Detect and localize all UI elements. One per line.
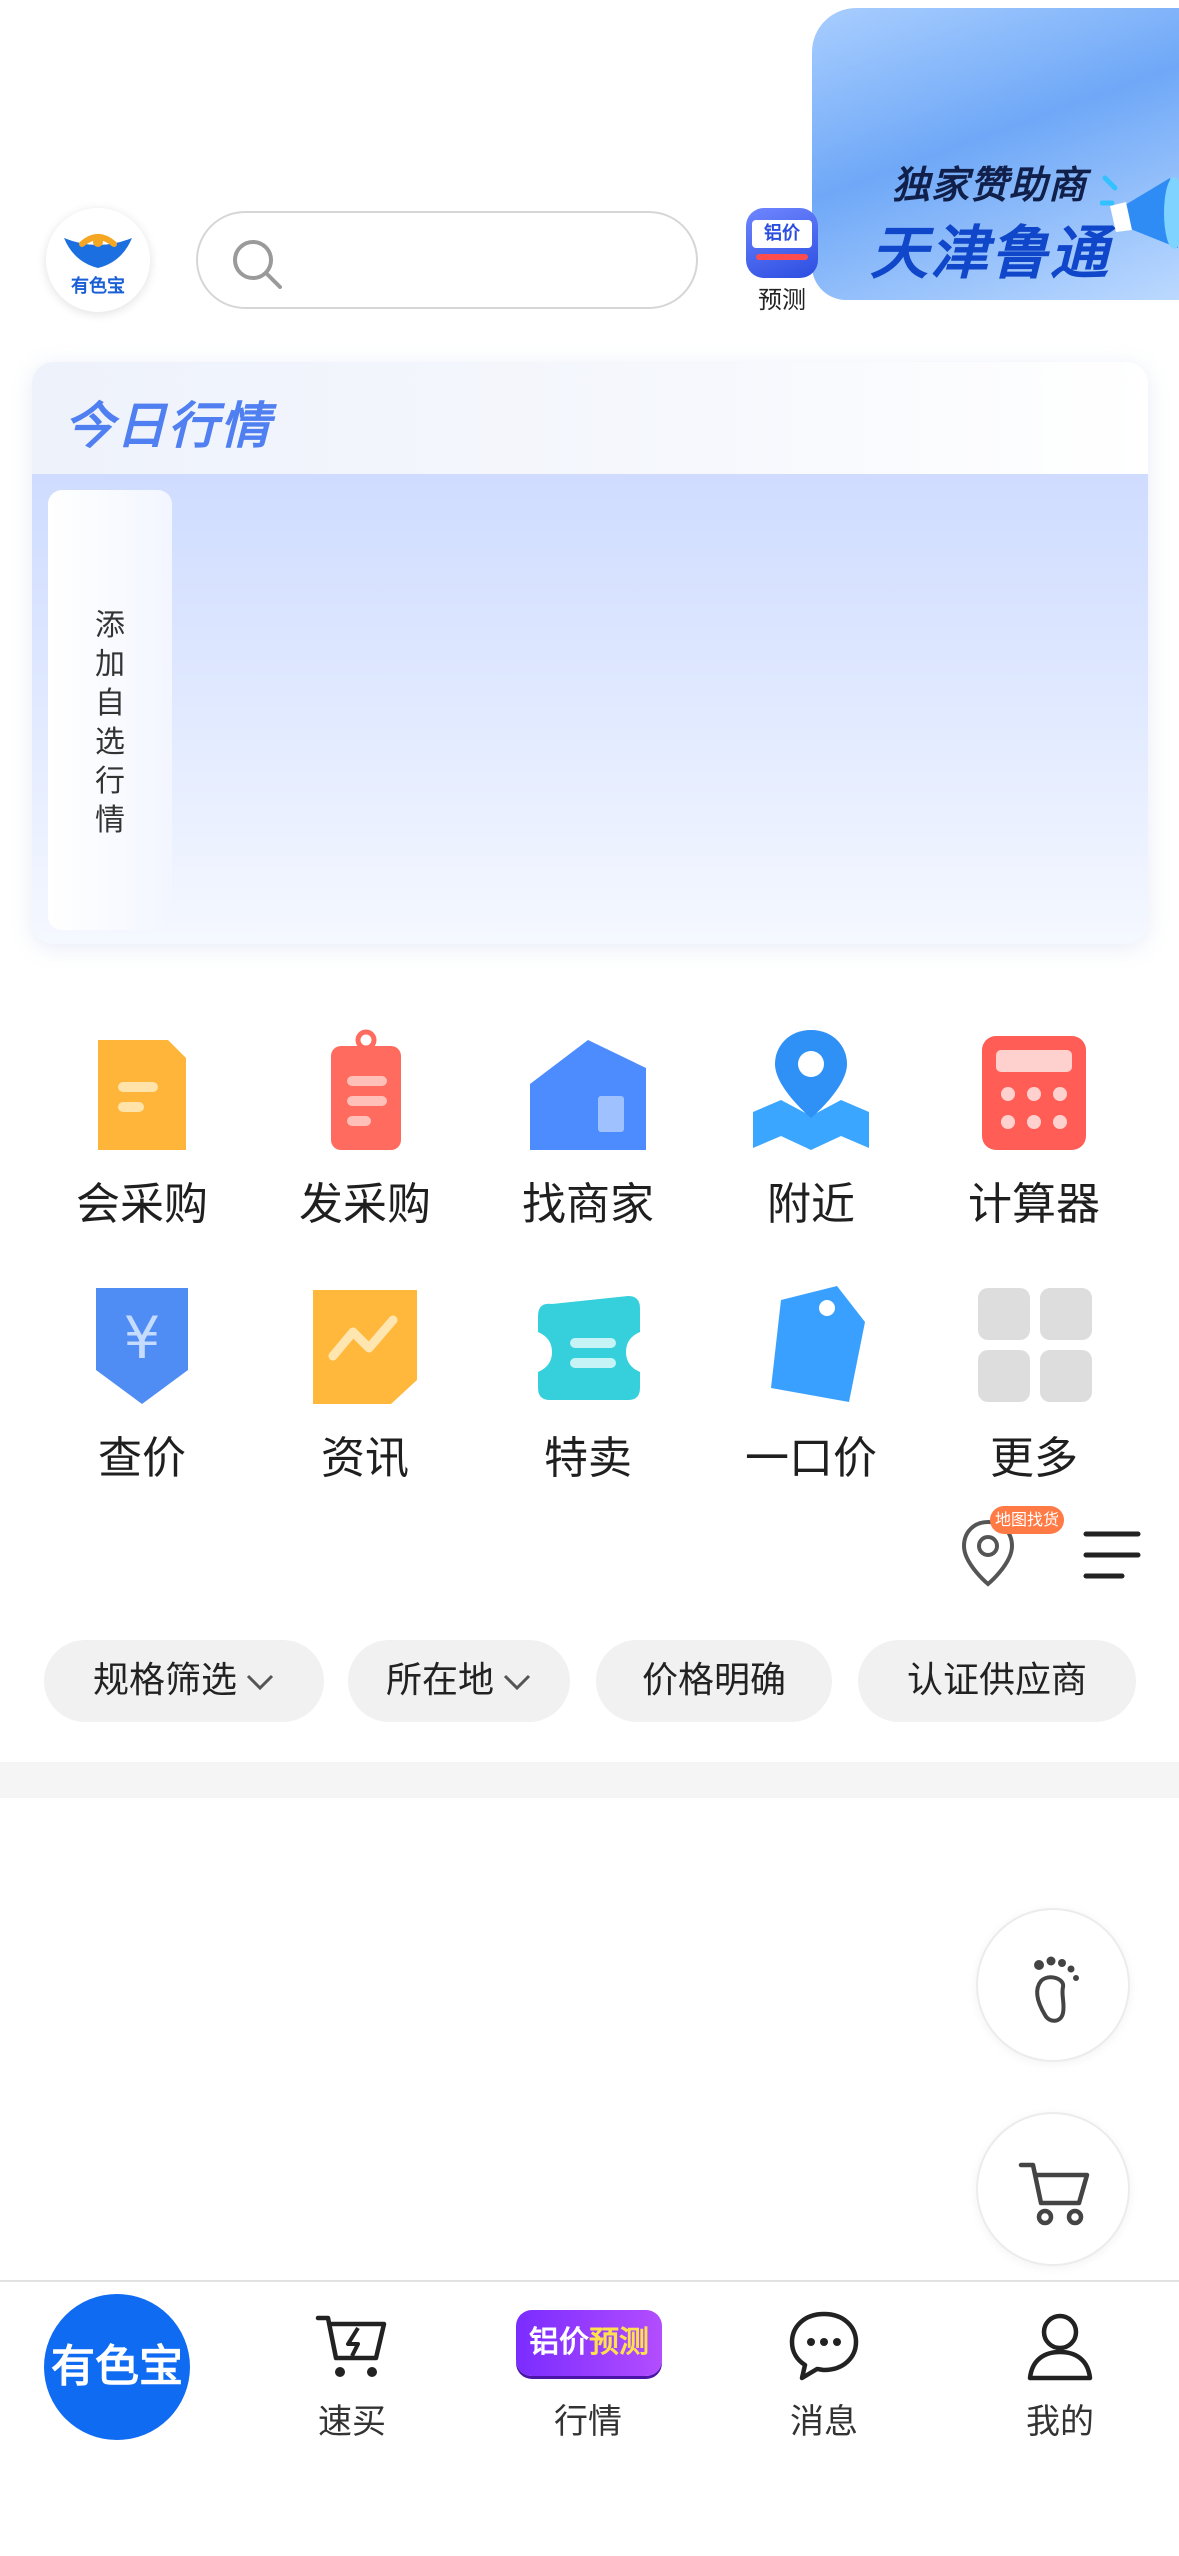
grid-item-more[interactable]: 更多 [924, 1264, 1144, 1484]
filter-chip-verified-supplier[interactable]: 认证供应商 [858, 1640, 1136, 1722]
tab-messages[interactable]: 消息 [706, 2282, 942, 2482]
svg-text:¥: ¥ [124, 1304, 161, 1372]
grid-label: 资讯 [321, 1433, 409, 1484]
badge-highlight: 预测 [589, 2325, 649, 2360]
grid-item-join-purchase[interactable]: 会采购 [32, 1010, 252, 1230]
bottom-tab-bar: 有色宝 速买 行情 铝价预测 消息 我的 [0, 2280, 1179, 2556]
calculator-icon [982, 1036, 1086, 1150]
more-grid-icon [978, 1288, 1092, 1402]
yuan-shield-icon: ¥ [96, 1288, 188, 1404]
megaphone-icon [1100, 175, 1179, 249]
store-icon [530, 1040, 646, 1150]
ticket-icon [538, 1296, 640, 1400]
market-body [32, 474, 1148, 944]
shopping-cart-icon [1018, 2162, 1090, 2226]
grid-label: 计算器 [968, 1179, 1100, 1230]
order-tag-icon [331, 1029, 401, 1150]
grid-item-find-merchant[interactable]: 找商家 [478, 1010, 698, 1230]
aluminum-price-icon: 铝价 [746, 208, 818, 278]
grid-label: 附近 [767, 1179, 855, 1230]
grid-label: 发采购 [299, 1179, 431, 1230]
search-input[interactable] [196, 211, 698, 309]
chevron-down-icon [246, 1674, 274, 1691]
tab-label: 速买 [318, 2402, 386, 2442]
search-icon [233, 240, 282, 289]
filter-chip-spec[interactable]: 规格筛选 [44, 1640, 324, 1722]
chevron-down-icon [503, 1674, 531, 1691]
grid-item-check-price[interactable]: ¥ 查价 [32, 1264, 252, 1484]
tab-label: 我的 [1026, 2402, 1094, 2442]
chip-label: 所在地 [385, 1660, 494, 1701]
today-market-card: 今日行情 添加自选行情 [32, 362, 1148, 944]
logo-text: 有色宝 [71, 276, 125, 297]
chip-label: 价格明确 [641, 1660, 786, 1701]
tab-home[interactable]: 有色宝 [44, 2294, 190, 2440]
badge-text: 铝价 [529, 2325, 589, 2360]
clipboard-icon [98, 1040, 186, 1150]
grid-label: 会采购 [76, 1179, 208, 1230]
tab-label: 行情 [554, 2402, 622, 2442]
function-grid: 会采购 发采购 找商家 附近 计算器 ¥ 查价 资讯 特卖 一口价 更多 [32, 1010, 1148, 1510]
sponsor-banner[interactable]: 独家赞助商 天津鲁通 [812, 8, 1179, 300]
grid-label: 一口价 [745, 1433, 877, 1484]
sponsor-name: 天津鲁通 [870, 219, 1111, 287]
section-divider [0, 1762, 1179, 1798]
forecast-label: 预测 [758, 286, 806, 314]
footprint-icon [1034, 1956, 1079, 2023]
tab-quick-buy[interactable]: 速买 [234, 2282, 470, 2482]
quick-buy-cart-icon [315, 2315, 387, 2377]
chip-label: 认证供应商 [906, 1660, 1087, 1701]
add-favorite-market-button[interactable]: 添加自选行情 [48, 490, 172, 930]
market-title: 今日行情 [64, 397, 272, 455]
sponsor-label: 独家赞助商 [892, 163, 1088, 207]
grid-item-news[interactable]: 资讯 [255, 1264, 475, 1484]
grid-item-nearby[interactable]: 附近 [701, 1010, 921, 1230]
menu-list-icon[interactable] [1082, 1528, 1142, 1582]
logo-wings-icon [64, 234, 132, 268]
tab-profile[interactable]: 我的 [942, 2282, 1178, 2482]
shopping-cart-button[interactable] [976, 2112, 1130, 2266]
user-icon [1027, 2313, 1093, 2381]
grid-item-calculator[interactable]: 计算器 [924, 1010, 1144, 1230]
price-forecast-button[interactable]: 铝价 预测 [744, 208, 820, 314]
grid-item-fixed-price[interactable]: 一口价 [701, 1264, 921, 1484]
grid-label: 查价 [98, 1433, 186, 1484]
chat-bubble-icon [789, 2311, 859, 2381]
market-header: 今日行情 [32, 362, 1148, 474]
grid-label: 找商家 [522, 1179, 654, 1230]
grid-item-special-sale[interactable]: 特卖 [478, 1264, 698, 1484]
tab-label: 消息 [790, 2402, 858, 2442]
filter-chip-clear-price[interactable]: 价格明确 [596, 1640, 832, 1722]
filter-chip-location[interactable]: 所在地 [348, 1640, 570, 1722]
grid-label: 更多 [990, 1433, 1078, 1484]
app-logo[interactable]: 有色宝 [46, 208, 150, 312]
price-tag-icon [771, 1286, 865, 1402]
grid-item-post-purchase[interactable]: 发采购 [255, 1010, 475, 1230]
news-chart-icon [313, 1290, 417, 1404]
map-find-goods-badge[interactable]: 地图找货 [990, 1506, 1064, 1534]
footprint-button[interactable] [976, 1908, 1130, 2062]
map-pin-icon [753, 1030, 869, 1150]
add-favorite-label: 添加自选行情 [95, 608, 125, 838]
price-forecast-badge[interactable]: 铝价预测 [516, 2310, 662, 2376]
forecast-icon-text: 铝价 [752, 220, 812, 248]
chip-label: 规格筛选 [92, 1660, 237, 1701]
grid-label: 特卖 [544, 1433, 632, 1484]
